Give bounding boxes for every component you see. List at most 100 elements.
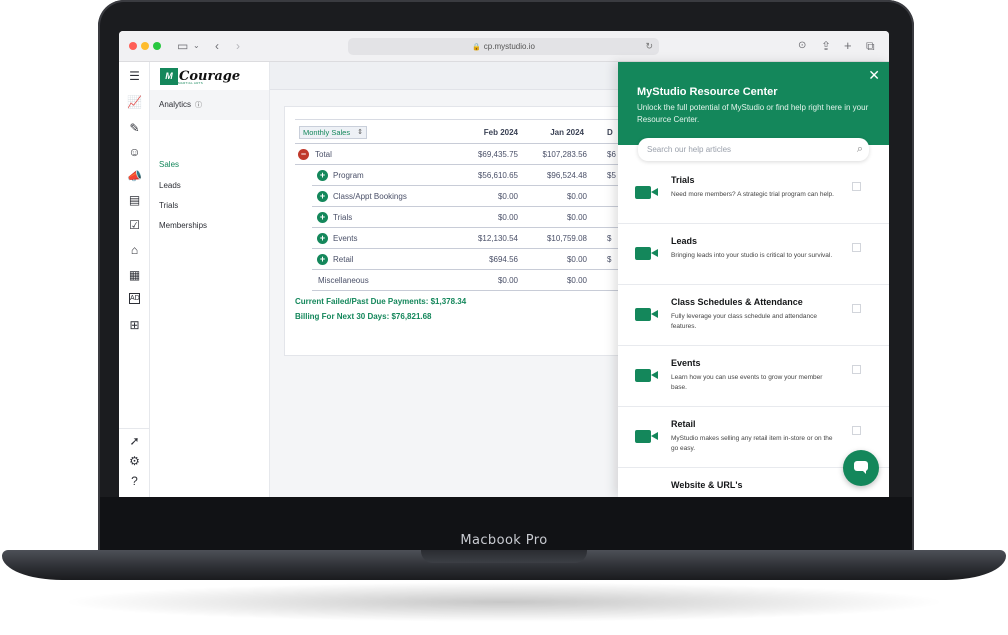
tabs-overview-icon[interactable]: ⧉ xyxy=(866,38,875,54)
subnav-item-sales[interactable]: Sales xyxy=(159,160,179,169)
resource-center-title: MyStudio Resource Center xyxy=(637,86,778,98)
section-label: Analytics xyxy=(159,100,192,109)
lock-icon: 🔒 xyxy=(472,44,481,51)
clipboard-check-icon[interactable]: ☑ xyxy=(127,218,142,233)
collapse-icon[interactable]: − xyxy=(298,149,309,160)
table-cell: $0.00 xyxy=(497,192,518,201)
analytics-subnav: M Courage MARTIAL ARTS Analytics ⓘ Sales … xyxy=(150,62,270,497)
resource-item-class-schedules[interactable]: Class Schedules & Attendance Fully lever… xyxy=(618,285,889,346)
search-icon[interactable]: ⌕ xyxy=(857,138,863,161)
resource-description: MyStudio makes selling any retail item i… xyxy=(671,435,833,452)
rocket-icon[interactable]: ➚ xyxy=(127,434,142,449)
members-icon[interactable]: ☺ xyxy=(127,145,142,160)
info-icon[interactable]: ⓘ xyxy=(195,102,202,109)
apps-icon[interactable]: ⊞ xyxy=(127,318,142,333)
external-link-icon[interactable] xyxy=(852,182,861,191)
resource-item-leads[interactable]: Leads Bringing leads into your studio is… xyxy=(618,224,889,285)
resource-description: Need more members? A strategic trial pro… xyxy=(671,191,834,198)
resource-item-trials[interactable]: Trials Need more members? A strategic tr… xyxy=(618,163,889,224)
resource-title: Retail xyxy=(671,419,696,429)
table-cell: $56,610.65 xyxy=(477,171,518,180)
logo-mark: M xyxy=(160,68,178,85)
resource-title: Class Schedules & Attendance xyxy=(671,297,803,307)
ad-icon[interactable]: AD xyxy=(129,293,140,304)
select-arrows-icon: ⇕ xyxy=(357,129,363,136)
column-header[interactable]: Feb 2024 xyxy=(478,128,518,137)
resource-title: Trials xyxy=(671,175,695,185)
expand-icon[interactable]: + xyxy=(317,191,328,202)
new-tab-icon[interactable]: + xyxy=(844,38,852,54)
row-label: Miscellaneous xyxy=(318,276,369,285)
icon-rail: ☰ 📈 ✎ ☺ 📣 ▤ ☑ ⌂ ▦ AD ⊞ ➚ ⚙ ? xyxy=(119,62,150,497)
expand-icon[interactable]: + xyxy=(317,254,328,265)
sidebar-toggle-icon[interactable]: ☰ xyxy=(127,69,142,84)
period-select[interactable]: Monthly Sales ⇕ xyxy=(299,126,367,139)
gear-icon[interactable]: ⚙ xyxy=(127,454,142,469)
external-link-icon[interactable] xyxy=(852,365,861,374)
sidebar-icon[interactable]: ▭ xyxy=(177,38,188,54)
share-icon[interactable]: ⇪ xyxy=(821,38,831,54)
table-cell: $0.00 xyxy=(566,255,587,264)
download-icon[interactable]: ⊙ xyxy=(798,38,806,54)
video-icon xyxy=(635,247,658,260)
external-link-icon[interactable] xyxy=(852,304,861,313)
resource-item-events[interactable]: Events Learn how you can use events to g… xyxy=(618,346,889,407)
subnav-item-memberships[interactable]: Memberships xyxy=(159,221,207,230)
table-cell: $12,130.54 xyxy=(477,234,518,243)
table-cell: $6 xyxy=(607,150,616,159)
zoom-window-button[interactable] xyxy=(153,42,161,50)
reload-icon[interactable]: ↻ xyxy=(645,38,653,55)
table-cell: $96,524.48 xyxy=(546,171,587,180)
analytics-icon[interactable]: 📈 xyxy=(127,95,142,110)
search-placeholder: Search our help articles xyxy=(647,145,732,154)
expand-icon[interactable]: + xyxy=(317,170,328,181)
table-cell: $10,759.08 xyxy=(546,234,587,243)
chat-bubble-icon xyxy=(854,461,868,474)
wand-icon[interactable]: ✎ xyxy=(127,121,142,136)
help-icon[interactable]: ? xyxy=(127,474,142,489)
resource-description: Bringing leads into your studio is criti… xyxy=(671,252,833,259)
expand-icon[interactable]: + xyxy=(317,233,328,244)
table-cell: $5 xyxy=(607,171,616,180)
minimize-window-button[interactable] xyxy=(141,42,149,50)
close-icon[interactable]: ✕ xyxy=(868,67,880,83)
model-label: Macbook Pro xyxy=(460,533,548,548)
resource-title: Events xyxy=(671,358,701,368)
url-text: cp.mystudio.io xyxy=(483,42,535,51)
row-label: Trials xyxy=(333,213,353,222)
resource-title: Leads xyxy=(671,236,698,246)
table-cell: $0.00 xyxy=(566,213,587,222)
external-link-icon[interactable] xyxy=(852,426,861,435)
video-icon xyxy=(635,308,658,321)
column-header[interactable]: Jan 2024 xyxy=(544,128,584,137)
subnav-item-trials[interactable]: Trials xyxy=(159,201,178,210)
screen: ▭ ⌄ ‹ › 🔒 cp.mystudio.io ↻ ⊙ ⇪ + ⧉ ☰ 📈 ✎ … xyxy=(119,31,889,497)
logo-subtitle: MARTIAL ARTS xyxy=(178,81,204,85)
store-icon[interactable]: ▦ xyxy=(127,268,142,283)
device-mockup: Macbook Pro ▭ ⌄ ‹ › 🔒 cp.mystudio.io ↻ ⊙ … xyxy=(0,0,1008,635)
table-cell: $107,283.56 xyxy=(542,150,588,159)
table-cell: $ xyxy=(607,255,612,264)
chat-launcher-button[interactable] xyxy=(843,450,879,486)
row-label: Program xyxy=(333,171,364,180)
upcoming-billing-summary: Billing For Next 30 Days: $76,821.68 xyxy=(295,312,432,321)
back-icon[interactable]: ‹ xyxy=(215,38,219,54)
tag-icon[interactable]: ⌂ xyxy=(127,243,142,258)
chevron-down-icon[interactable]: ⌄ xyxy=(193,38,200,54)
resource-description: Fully leverage your class schedule and a… xyxy=(671,313,817,330)
column-header[interactable]: D xyxy=(607,128,617,137)
close-window-button[interactable] xyxy=(129,42,137,50)
expand-icon[interactable]: + xyxy=(317,212,328,223)
resource-center-header: MyStudio Resource Center Unlock the full… xyxy=(618,62,889,145)
table-cell: $0.00 xyxy=(497,213,518,222)
external-link-icon[interactable] xyxy=(852,243,861,252)
help-search-input[interactable]: Search our help articles ⌕ xyxy=(638,138,869,161)
row-label: Events xyxy=(333,234,358,243)
forward-icon[interactable]: › xyxy=(236,38,240,54)
address-bar[interactable]: 🔒 cp.mystudio.io ↻ xyxy=(348,38,659,55)
video-icon xyxy=(635,369,658,382)
calendar-settings-icon[interactable]: ▤ xyxy=(127,193,142,208)
table-cell: $0.00 xyxy=(566,276,587,285)
subnav-item-leads[interactable]: Leads xyxy=(159,181,181,190)
megaphone-icon[interactable]: 📣 xyxy=(127,169,142,184)
